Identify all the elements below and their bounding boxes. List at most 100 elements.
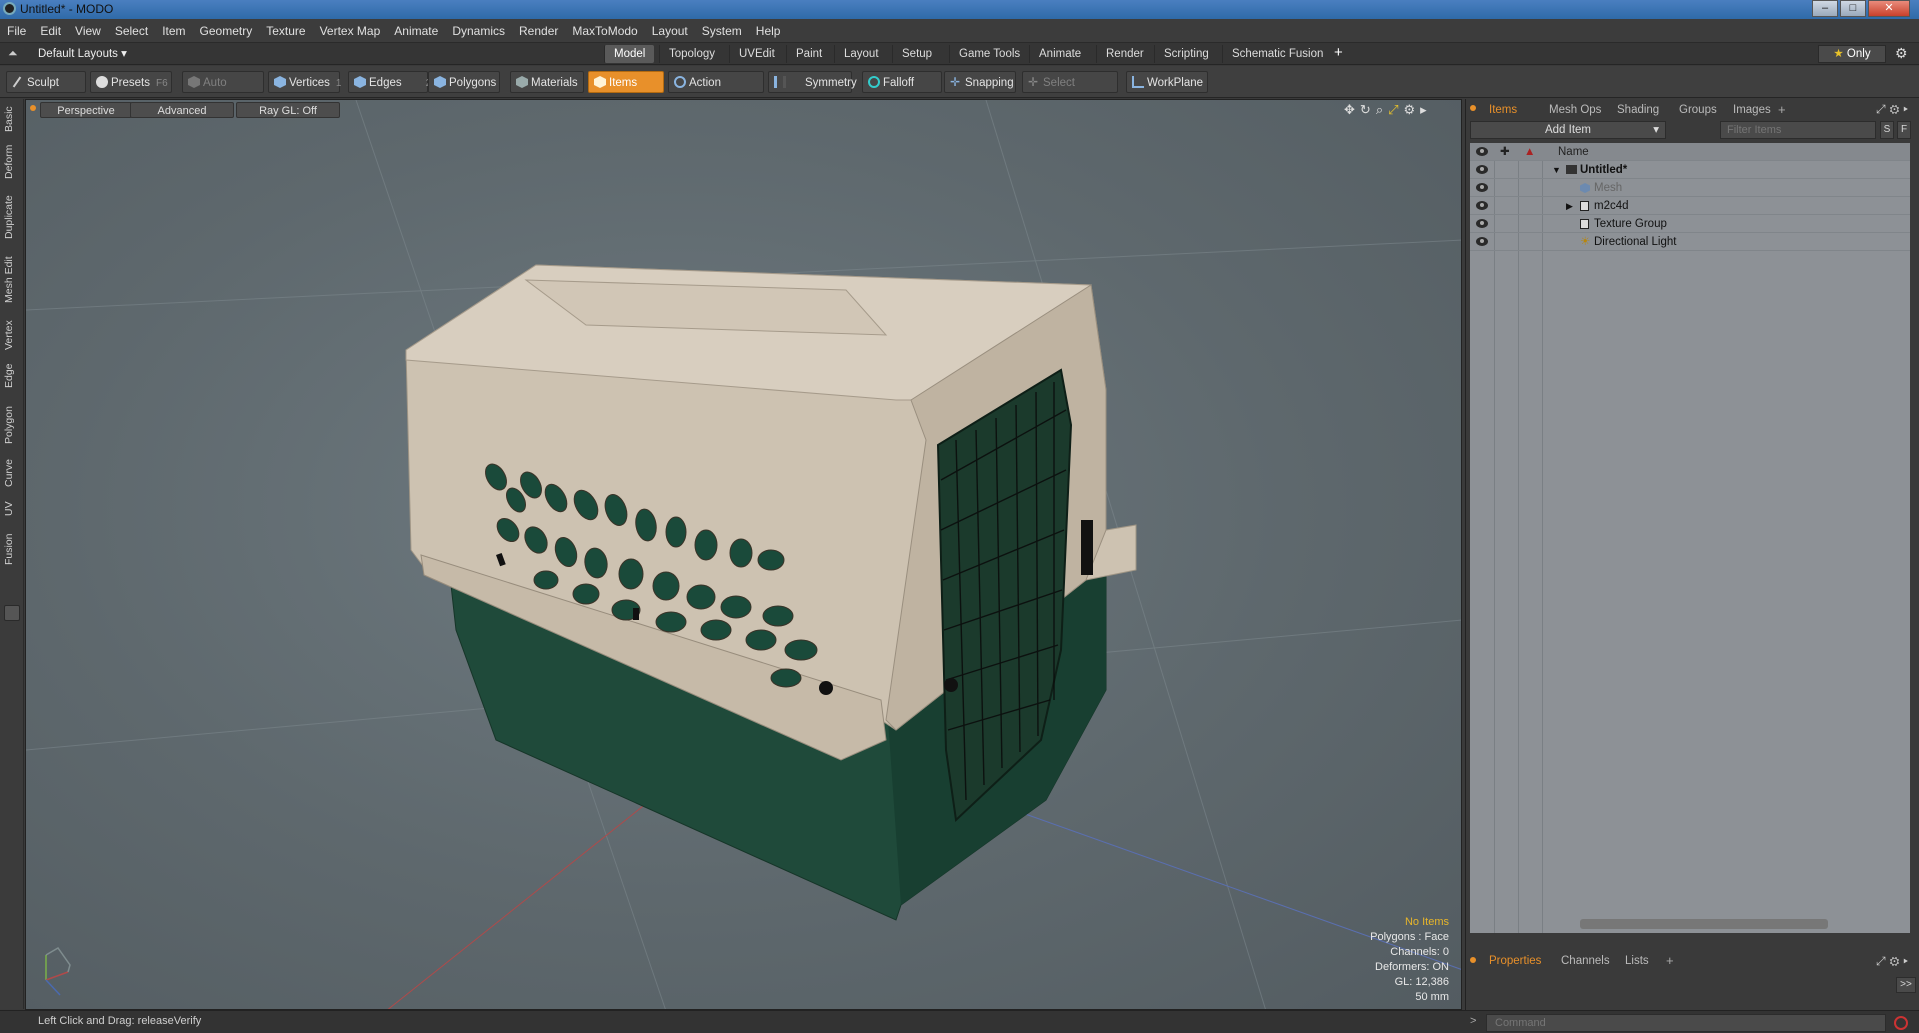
falloff-button[interactable]: Falloff: [862, 71, 942, 93]
tab-render[interactable]: Render: [1096, 45, 1153, 63]
menu-texture[interactable]: Texture: [259, 19, 312, 43]
default-layouts-dropdown[interactable]: Default Layouts ▾: [38, 46, 127, 60]
group-locator-icon: [1580, 201, 1589, 211]
menu-view[interactable]: View: [68, 19, 108, 43]
menu-edit[interactable]: Edit: [33, 19, 68, 43]
menu-system[interactable]: System: [695, 19, 749, 43]
tab-images[interactable]: Images: [1724, 101, 1780, 119]
tree-item-m2c4d[interactable]: ▶ m2c4d: [1470, 197, 1910, 215]
only-toggle[interactable]: ★ Only: [1818, 45, 1886, 63]
menu-item[interactable]: Item: [155, 19, 192, 43]
menu-render[interactable]: Render: [512, 19, 565, 43]
expand-arrow-icon[interactable]: ▼: [1552, 161, 1561, 179]
add-tab-icon[interactable]: +: [1778, 102, 1786, 117]
polygons-button[interactable]: Polygons: [428, 71, 500, 93]
tab-setup[interactable]: Setup: [892, 45, 941, 63]
tab-schematic-fusion[interactable]: Schematic Fusion: [1222, 45, 1332, 63]
materials-button[interactable]: Materials: [510, 71, 584, 93]
vertices-button[interactable]: Vertices 1: [268, 71, 341, 93]
tab-items[interactable]: Items: [1480, 101, 1526, 119]
visibility-eye-icon[interactable]: [1476, 201, 1488, 210]
menu-file[interactable]: File: [0, 19, 33, 43]
collapse-icon[interactable]: ⏶: [8, 46, 18, 61]
tab-lists[interactable]: Lists: [1616, 952, 1658, 970]
select-through-button[interactable]: ✛Select Through: [1022, 71, 1118, 111]
tab-scripting[interactable]: Scripting: [1154, 45, 1218, 63]
edges-icon: [354, 76, 366, 88]
tab-options-button[interactable]: [4, 605, 20, 621]
tree-item-directional-light[interactable]: ☀ Directional Light: [1470, 233, 1910, 251]
tab-model[interactable]: Model: [604, 45, 655, 63]
add-item-dropdown[interactable]: Add Item ▾: [1470, 121, 1666, 139]
menu-vertex-map[interactable]: Vertex Map: [313, 19, 388, 43]
expand-icon[interactable]: ⤢: [1876, 102, 1890, 116]
menu-help[interactable]: Help: [749, 19, 788, 43]
add-layout-button[interactable]: +: [1334, 44, 1343, 61]
tab-topology[interactable]: Topology: [659, 45, 724, 63]
menu-animate[interactable]: Animate: [387, 19, 445, 43]
menu-dynamics[interactable]: Dynamics: [445, 19, 512, 43]
record-icon[interactable]: [1894, 1016, 1908, 1030]
vtab-basic[interactable]: Basic: [3, 105, 21, 133]
tab-channels[interactable]: Channels: [1552, 952, 1619, 970]
maximize-button[interactable]: □: [1840, 0, 1866, 17]
presets-button[interactable]: Presets F6: [90, 71, 172, 93]
tab-layout[interactable]: Layout: [834, 45, 888, 63]
add-properties-tab-icon[interactable]: +: [1666, 953, 1674, 968]
materials-label: Materials: [531, 77, 578, 89]
auto-select-button[interactable]: Auto Select: [182, 71, 264, 111]
menu-maxtomodo[interactable]: MaxToModo: [565, 19, 644, 43]
minimize-button[interactable]: –: [1812, 0, 1838, 17]
menu-layout[interactable]: Layout: [645, 19, 695, 43]
menu-select[interactable]: Select: [108, 19, 155, 43]
vtab-polygon[interactable]: Polygon: [3, 403, 21, 447]
vtab-duplicate[interactable]: Duplicate: [3, 193, 21, 241]
panel-arrow-icon[interactable]: ▸: [1903, 102, 1912, 116]
sculpt-button[interactable]: Sculpt: [6, 71, 86, 93]
snapping-button[interactable]: ✛ Snapping: [944, 71, 1016, 93]
tree-item-texture-group[interactable]: Texture Group: [1470, 215, 1910, 233]
close-button[interactable]: ✕: [1868, 0, 1910, 17]
vtab-fusion[interactable]: Fusion: [3, 531, 21, 567]
settings-gear-icon[interactable]: ⚙: [1895, 45, 1908, 62]
visibility-eye-icon[interactable]: [1476, 219, 1488, 228]
tree-item-untitled[interactable]: ▼ Untitled*: [1470, 161, 1910, 179]
tab-animate[interactable]: Animate: [1029, 45, 1090, 63]
vtab-mesh-edit[interactable]: Mesh Edit: [3, 255, 21, 305]
vtab-curve[interactable]: Curve: [3, 457, 21, 489]
properties-gear-icon[interactable]: ⚙: [1890, 954, 1904, 968]
edges-button[interactable]: Edges2: [348, 71, 431, 93]
expand-properties-button[interactable]: >>: [1896, 977, 1916, 993]
filter-s-button[interactable]: S: [1880, 121, 1894, 139]
tree-item-mesh[interactable]: Mesh: [1470, 179, 1910, 197]
vtab-edge[interactable]: Edge: [3, 361, 21, 391]
tab-shading[interactable]: Shading: [1608, 101, 1668, 119]
tab-game-tools[interactable]: Game Tools: [949, 45, 1029, 63]
3d-viewport[interactable]: Perspective Advanced Ray GL: Off ✥↻⌕⤢⚙▸: [25, 99, 1462, 1010]
name-column-header[interactable]: Name: [1558, 143, 1589, 161]
filter-f-button[interactable]: F: [1897, 121, 1911, 139]
vtab-uv[interactable]: UV: [3, 499, 21, 519]
visibility-eye-icon[interactable]: [1476, 183, 1488, 192]
panel-gear-icon[interactable]: ⚙: [1890, 102, 1904, 116]
visibility-eye-icon[interactable]: [1476, 165, 1488, 174]
vtab-vertex[interactable]: Vertex: [3, 317, 21, 353]
tab-paint[interactable]: Paint: [786, 45, 831, 63]
horizontal-scrollbar[interactable]: [1580, 919, 1828, 929]
properties-arrow-icon[interactable]: ▸: [1903, 954, 1912, 968]
filter-items-input[interactable]: [1720, 121, 1876, 139]
tab-mesh-ops[interactable]: Mesh Ops: [1540, 101, 1610, 119]
properties-expand-icon[interactable]: ⤢: [1876, 954, 1890, 968]
workplane-button[interactable]: WorkPlane: [1126, 71, 1208, 93]
menu-geometry[interactable]: Geometry: [193, 19, 260, 43]
symmetry-button[interactable]: Symmetry: [768, 71, 857, 93]
expand-arrow-icon[interactable]: ▶: [1566, 197, 1573, 215]
command-input[interactable]: [1486, 1014, 1886, 1032]
tab-groups[interactable]: Groups: [1670, 101, 1726, 119]
vtab-deform[interactable]: Deform: [3, 143, 21, 181]
items-button[interactable]: Items: [588, 71, 664, 93]
tab-properties[interactable]: Properties: [1480, 952, 1550, 970]
action-center-button[interactable]: Action Center: [668, 71, 764, 111]
tab-uvedit[interactable]: UVEdit: [729, 45, 784, 63]
visibility-eye-icon[interactable]: [1476, 237, 1488, 246]
